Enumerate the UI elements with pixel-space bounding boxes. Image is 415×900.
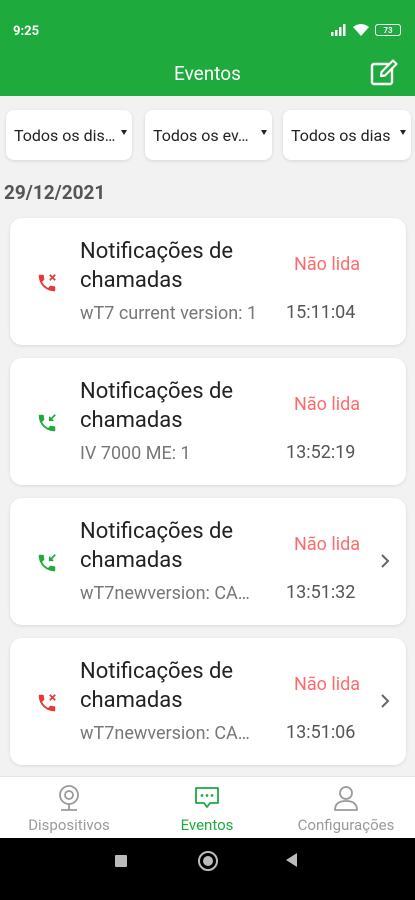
event-card[interactable]: Notificações de chamadas wT7newversion: … <box>10 638 406 765</box>
date-header: 29/12/2021 <box>4 181 106 204</box>
chevron-right-icon[interactable] <box>378 692 392 710</box>
event-filter-label: Todos os ev… <box>153 125 249 145</box>
status-bar: 9:25 73 <box>0 0 415 64</box>
nav-dispositivos[interactable]: Dispositivos <box>0 777 138 839</box>
incoming-call-icon <box>38 414 56 432</box>
device-filter-label: Todos os dis… <box>14 125 116 145</box>
event-time: 15:11:04 <box>286 302 356 323</box>
device-filter-dropdown[interactable]: Todos os dis… <box>6 110 132 160</box>
event-title: Notificações de chamadas <box>80 659 234 713</box>
missed-call-icon <box>38 274 56 292</box>
missed-call-icon <box>38 694 56 712</box>
nav-label: Configurações <box>297 816 395 834</box>
event-card[interactable]: Notificações de chamadas wT7newversion: … <box>10 498 406 625</box>
dropdown-caret-icon <box>400 130 406 135</box>
battery-icon: 73 <box>375 24 401 36</box>
recents-icon[interactable] <box>115 855 127 867</box>
filter-bar: Todos os dis… Todos os ev… Todos os dias <box>0 110 415 162</box>
day-filter-label: Todos os dias <box>291 125 391 145</box>
nav-label: Dispositivos <box>28 816 110 834</box>
event-subtitle: wT7newversion: CA… <box>80 723 250 744</box>
system-icons: 73 <box>331 24 401 36</box>
event-subtitle: IV 7000 ME: 1 <box>80 443 191 464</box>
event-subtitle: wT7 current version: 1 <box>80 303 258 324</box>
unread-status: Não lida <box>294 394 361 415</box>
unread-status: Não lida <box>294 254 361 275</box>
page-title: Eventos <box>174 62 241 85</box>
status-time: 9:25 <box>13 24 40 39</box>
nav-eventos[interactable]: Eventos <box>138 777 276 839</box>
event-filter-dropdown[interactable]: Todos os ev… <box>145 110 272 160</box>
wifi-icon <box>353 24 369 36</box>
event-time: 13:51:32 <box>286 582 356 603</box>
dropdown-caret-icon <box>261 130 267 135</box>
message-icon <box>195 787 219 808</box>
dropdown-caret-icon <box>121 130 127 135</box>
unread-status: Não lida <box>294 534 361 555</box>
event-title: Notificações de chamadas <box>80 239 234 293</box>
edit-icon[interactable] <box>369 58 399 88</box>
back-icon[interactable] <box>286 853 297 867</box>
event-card[interactable]: Notificações de chamadas wT7 current ver… <box>10 218 406 345</box>
nav-configuracoes[interactable]: Configurações <box>277 777 415 839</box>
unread-status: Não lida <box>294 674 361 695</box>
event-card[interactable]: Notificações de chamadas IV 7000 ME: 1 N… <box>10 358 406 485</box>
user-icon <box>334 786 358 811</box>
nav-label: Eventos <box>180 816 234 834</box>
event-title: Notificações de chamadas <box>80 379 234 433</box>
bottom-nav: Dispositivos Eventos Configurações <box>0 776 415 838</box>
chevron-right-icon[interactable] <box>378 552 392 570</box>
event-title: Notificações de chamadas <box>80 519 234 573</box>
event-subtitle: wT7newversion: CA… <box>80 583 250 604</box>
signal-icon <box>331 24 346 36</box>
incoming-call-icon <box>38 554 56 572</box>
event-time: 13:51:06 <box>286 722 356 743</box>
event-time: 13:52:19 <box>286 442 356 463</box>
camera-icon <box>59 785 79 811</box>
day-filter-dropdown[interactable]: Todos os dias <box>283 110 411 160</box>
system-nav-bar <box>0 838 415 900</box>
app-bar: 9:25 73 Eventos <box>0 0 415 96</box>
home-icon[interactable] <box>198 851 218 871</box>
